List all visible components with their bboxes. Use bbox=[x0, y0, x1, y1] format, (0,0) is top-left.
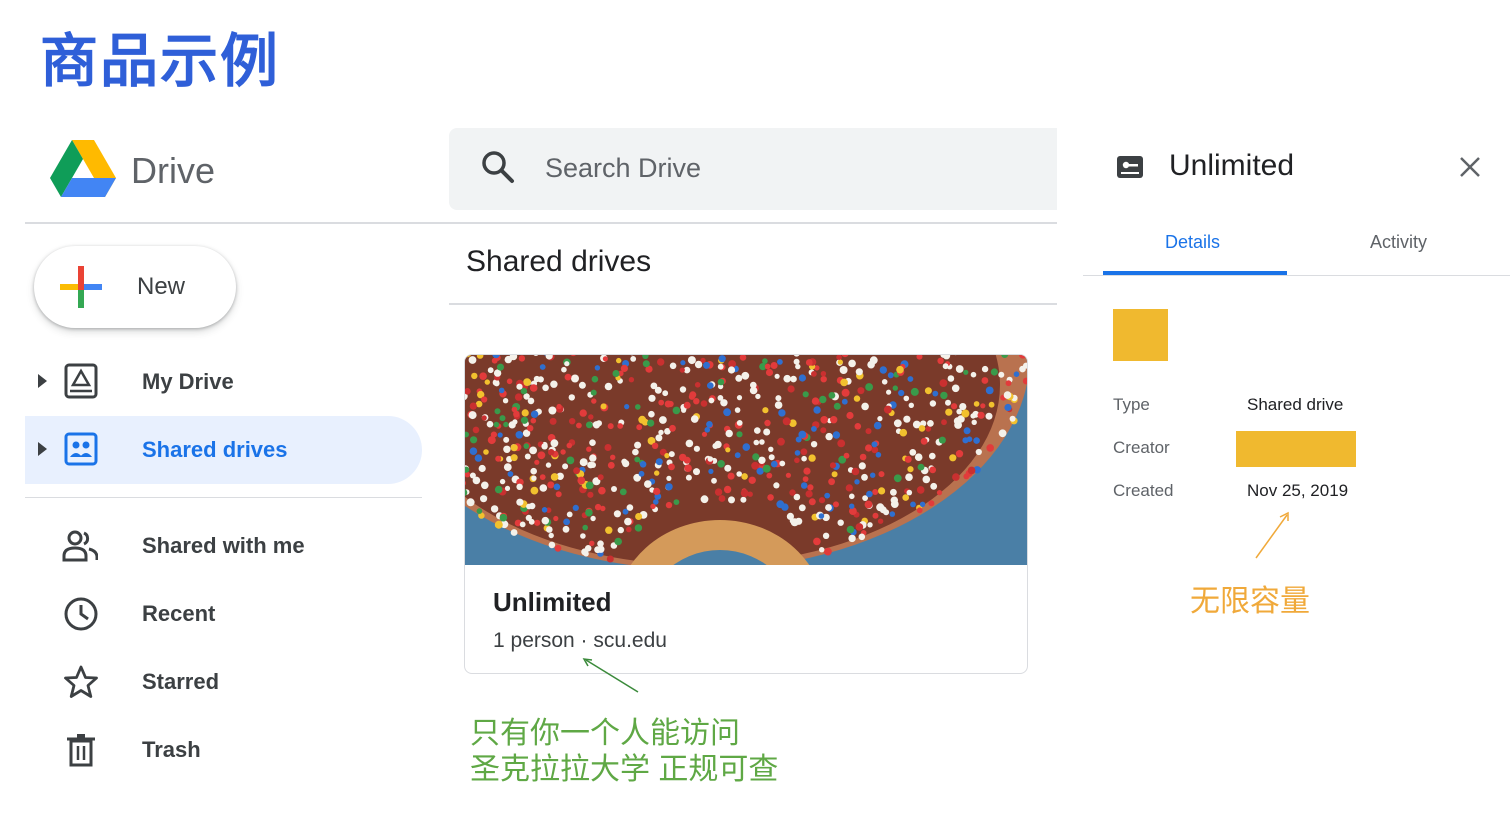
card-title: Unlimited bbox=[493, 587, 612, 617]
annotation-storage-note: 无限容量 bbox=[1190, 585, 1310, 618]
star-icon bbox=[64, 665, 98, 698]
sidebar-item-shared-drives[interactable]: Shared drives bbox=[142, 437, 288, 463]
details-title: Unlimited bbox=[1169, 149, 1295, 182]
header-divider bbox=[25, 222, 1057, 224]
active-tab-indicator bbox=[1103, 271, 1287, 275]
app-name: Drive bbox=[131, 150, 216, 191]
tabs-divider bbox=[1083, 275, 1510, 276]
shared-drive-icon bbox=[1117, 156, 1143, 178]
card-cover-image bbox=[465, 355, 1027, 565]
sidebar-item-my-drive[interactable]: My Drive bbox=[142, 369, 234, 395]
creator-redaction bbox=[1236, 431, 1356, 467]
trash-icon bbox=[67, 734, 95, 767]
created-value: Nov 25, 2019 bbox=[1247, 481, 1349, 500]
expand-arrow-icon[interactable] bbox=[38, 442, 47, 456]
my-drive-icon bbox=[64, 363, 98, 399]
shared-drives-icon bbox=[64, 432, 98, 466]
banner-title: 商品示例 bbox=[40, 29, 281, 94]
card-subtitle: 1 person · scu.edu bbox=[493, 629, 667, 652]
drive-logo-icon[interactable] bbox=[50, 140, 116, 198]
sidebar-item-recent[interactable]: Recent bbox=[142, 601, 215, 627]
tab-activity[interactable]: Activity bbox=[1370, 232, 1427, 253]
page-title: Shared drives bbox=[466, 245, 652, 278]
created-label: Created bbox=[1113, 481, 1174, 500]
expand-arrow-icon[interactable] bbox=[38, 374, 47, 388]
shared-drive-card[interactable]: Unlimited 1 person · scu.edu bbox=[464, 354, 1028, 674]
sidebar-item-trash[interactable]: Trash bbox=[142, 737, 201, 763]
tab-details[interactable]: Details bbox=[1165, 232, 1220, 253]
close-icon[interactable] bbox=[1458, 155, 1482, 179]
type-label: Type bbox=[1113, 395, 1150, 414]
sidebar-item-shared-with-me[interactable]: Shared with me bbox=[142, 533, 305, 559]
sidebar-item-starred[interactable]: Starred bbox=[142, 669, 219, 695]
type-value: Shared drive bbox=[1247, 395, 1344, 414]
clock-icon bbox=[64, 597, 98, 631]
plus-icon bbox=[60, 266, 102, 308]
search-icon[interactable] bbox=[481, 150, 515, 184]
people-icon bbox=[62, 530, 98, 562]
search-bar[interactable] bbox=[449, 128, 1057, 210]
creator-label: Creator bbox=[1113, 438, 1170, 457]
drive-color-swatch bbox=[1113, 309, 1168, 361]
new-button-label: New bbox=[137, 273, 186, 300]
annotation-university-note: 圣克拉拉大学 正规可查 bbox=[470, 753, 779, 786]
sidebar-divider bbox=[25, 497, 422, 498]
search-input[interactable]: Search Drive bbox=[545, 153, 701, 184]
main-divider bbox=[449, 303, 1057, 305]
